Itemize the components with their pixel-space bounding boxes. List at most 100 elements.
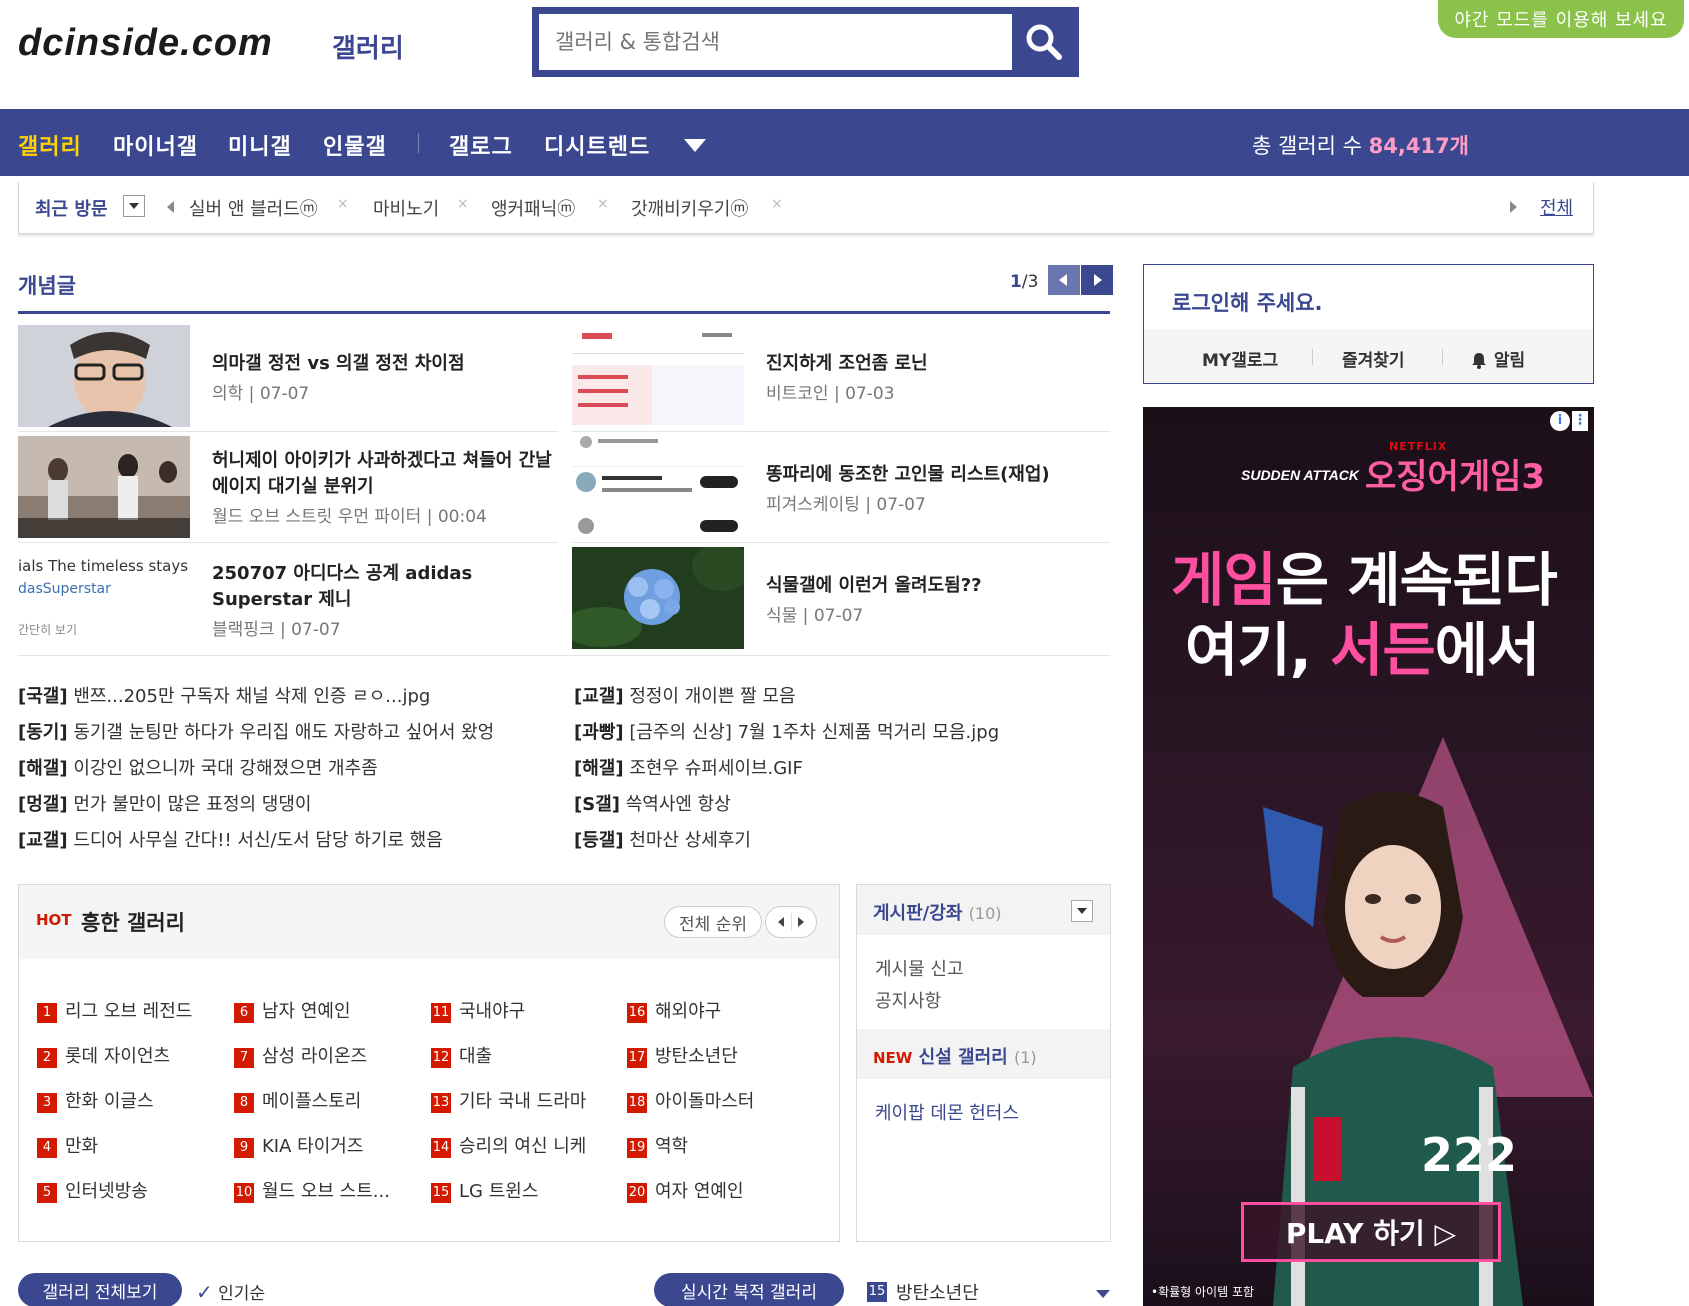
card-gallery[interactable]: 의학 bbox=[212, 384, 243, 404]
hot-rank-item[interactable]: 9 KIA 타이거즈 bbox=[234, 1132, 363, 1158]
recent-remove-close-icon[interactable]: × bbox=[597, 196, 609, 212]
card-title[interactable]: 식물갤에 이런거 올려도됨?? bbox=[766, 573, 1106, 599]
concept-list-item[interactable]: [등갤] 천마산 상세후기 bbox=[574, 826, 751, 852]
concept-card[interactable]: 허니제이 아이키가 사과하겠다고 쳐들어 간날 에이지 대기실 분위기 월드 오… bbox=[18, 436, 558, 546]
card-thumbnail[interactable] bbox=[572, 436, 744, 538]
site-logo-sub[interactable]: 갤러리 bbox=[332, 28, 404, 65]
search-input[interactable] bbox=[539, 14, 1012, 70]
recent-item[interactable]: 앵커패닉ⓜ bbox=[491, 195, 575, 221]
nav-gallery[interactable]: 갤러리 bbox=[18, 129, 82, 161]
concept-list-item[interactable]: [교갤] 정정이 개이쁜 짤 모음 bbox=[574, 682, 796, 708]
concept-list-item[interactable]: [교갤] 드디어 사무실 간다!! 서신/도서 담당 하기로 했음 bbox=[18, 826, 443, 852]
concept-list-item[interactable]: [S갤] 쓱역사엔 항상 bbox=[574, 790, 731, 816]
concept-card[interactable]: 식물갤에 이런거 올려도됨?? 식물 | 07-07 bbox=[572, 547, 1112, 657]
hot-rank-item[interactable]: 16 해외야구 bbox=[627, 997, 721, 1023]
realtime-chevron-down-icon[interactable] bbox=[1096, 1290, 1110, 1298]
card-gallery[interactable]: 피겨스케이팅 bbox=[766, 495, 860, 515]
concept-card[interactable]: 똥파리에 동조한 고인물 리스트(재업) 피겨스케이팅 | 07-07 bbox=[572, 436, 1112, 546]
card-gallery[interactable]: 식물 bbox=[766, 606, 797, 626]
hot-rank-item[interactable]: 7 삼성 라이온즈 bbox=[234, 1042, 367, 1068]
concept-list-item[interactable]: [멍갤] 먼가 불만이 많은 표정의 댕댕이 bbox=[18, 790, 311, 816]
new-gallery-title[interactable]: NEW 신설 갤러리 (1) bbox=[873, 1043, 1037, 1069]
concept-next-button[interactable] bbox=[1081, 265, 1113, 295]
concept-card[interactable]: 진지하게 조언좀 로닌 비트코인 | 07-03 bbox=[572, 325, 1112, 435]
hot-rank-item[interactable]: 17 방탄소년단 bbox=[627, 1042, 738, 1068]
hot-rank-item[interactable]: 3 한화 이글스 bbox=[37, 1087, 154, 1113]
realtime-gallery-button[interactable]: 실시간 북적 갤러리 bbox=[654, 1273, 844, 1306]
card-title[interactable]: 250707 아디다스 공계 adidas Superstar 제니 bbox=[212, 561, 552, 613]
card-thumbnail[interactable] bbox=[18, 436, 190, 538]
recent-remove-close-icon[interactable]: × bbox=[771, 196, 783, 212]
board-title[interactable]: 게시판/강좌 (10) bbox=[873, 899, 1002, 925]
recent-remove-close-icon[interactable]: × bbox=[337, 196, 349, 212]
card-gallery[interactable]: 비트코인 bbox=[766, 384, 829, 404]
card-title[interactable]: 의마갤 정전 vs 의갤 정전 차이점 bbox=[212, 351, 552, 377]
concept-list-item[interactable]: [해갤] 이강인 없으니까 국대 강해졌으면 개추좀 bbox=[18, 754, 378, 780]
card-thumbnail[interactable]: ials The timeless stays dasSuperstar 간단히… bbox=[18, 547, 190, 649]
concept-card[interactable]: ials The timeless stays dasSuperstar 간단히… bbox=[18, 547, 558, 657]
recent-next-arrow-icon[interactable] bbox=[1510, 201, 1517, 213]
notification-link[interactable]: 알림 bbox=[1470, 346, 1525, 371]
concept-list-item[interactable]: [과빵] [금주의 신상] 7월 1주차 신제품 먹거리 모음.jpg bbox=[574, 718, 999, 744]
board-link[interactable]: 게시물 신고 bbox=[875, 955, 964, 981]
recent-item[interactable]: 마비노기 bbox=[373, 195, 439, 221]
nav-more-chevron-down-icon[interactable] bbox=[684, 139, 706, 152]
concept-card[interactable]: 의마갤 정전 vs 의갤 정전 차이점 의학 | 07-07 bbox=[18, 325, 558, 435]
hot-rank-item[interactable]: 8 메이플스토리 bbox=[234, 1087, 361, 1113]
recent-prev-arrow-icon[interactable] bbox=[167, 201, 174, 213]
nav-dctrend[interactable]: 디시트렌드 bbox=[544, 129, 650, 161]
realtime-gallery-name[interactable]: 방탄소년단 bbox=[896, 1279, 979, 1305]
search-button[interactable] bbox=[1012, 10, 1076, 74]
hot-rank-item[interactable]: 10 월드 오브 스트... bbox=[234, 1177, 390, 1203]
login-prompt[interactable]: 로그인해 주세요. bbox=[1172, 287, 1323, 317]
concept-list-item[interactable]: [국갤] 밴쯔...205만 구독자 채널 삭제 인증 ㄹㅇ...jpg bbox=[18, 682, 430, 708]
nav-gallog[interactable]: 갤로그 bbox=[449, 129, 513, 161]
chevron-left-icon[interactable] bbox=[778, 917, 784, 927]
night-mode-button[interactable]: 야간 모드를 이용해 보세요 bbox=[1438, 0, 1684, 38]
all-gallery-button[interactable]: 갤러리 전체보기 bbox=[18, 1273, 182, 1306]
hot-rank-item[interactable]: 5 인터넷방송 bbox=[37, 1177, 148, 1203]
hot-rank-item[interactable]: 2 롯데 자이언츠 bbox=[37, 1042, 170, 1068]
hot-rank-item[interactable]: 13 기타 국내 드라마 bbox=[431, 1087, 586, 1113]
card-thumbnail[interactable] bbox=[572, 325, 744, 427]
hot-rank-item[interactable]: 18 아이돌마스터 bbox=[627, 1087, 754, 1113]
hot-rank-item[interactable]: 11 국내야구 bbox=[431, 997, 525, 1023]
hot-rank-item[interactable]: 4 만화 bbox=[37, 1132, 98, 1158]
nav-person-gallery[interactable]: 인물갤 bbox=[323, 129, 387, 161]
hot-rank-item[interactable]: 20 여자 연예인 bbox=[627, 1177, 744, 1203]
card-gallery[interactable]: 월드 오브 스트릿 우먼 파이터 bbox=[212, 507, 421, 527]
favorites-link[interactable]: 즐겨찾기 bbox=[1342, 346, 1405, 371]
card-title[interactable]: 진지하게 조언좀 로닌 bbox=[766, 351, 1106, 377]
card-thumbnail[interactable] bbox=[572, 547, 744, 649]
all-rank-button[interactable]: 전체 순위 bbox=[664, 906, 762, 938]
nav-mini-gallery[interactable]: 미니갤 bbox=[228, 129, 292, 161]
my-gallog-link[interactable]: MY갤로그 bbox=[1202, 346, 1278, 371]
concept-list-item[interactable]: [동기] 동기갤 눈팅만 하다가 우리집 애도 자랑하고 싶어서 왔엉 bbox=[18, 718, 494, 744]
ad-menu-icon[interactable]: ⋮ bbox=[1572, 411, 1588, 431]
nav-minor-gallery[interactable]: 마이너갤 bbox=[113, 129, 198, 161]
popular-sort-toggle[interactable]: ✓ 인기순 bbox=[196, 1279, 265, 1304]
card-title[interactable]: 똥파리에 동조한 고인물 리스트(재업) bbox=[766, 462, 1106, 488]
hot-rank-item[interactable]: 1 리그 오브 레전드 bbox=[37, 997, 192, 1023]
recent-all-link[interactable]: 전체 bbox=[1540, 194, 1573, 220]
hot-rank-item[interactable]: 12 대출 bbox=[431, 1042, 492, 1068]
recent-item[interactable]: 실버 앤 블러드ⓜ bbox=[189, 195, 318, 221]
hot-rank-item[interactable]: 14 승리의 여신 니케 bbox=[431, 1132, 586, 1158]
hot-rank-item[interactable]: 15 LG 트윈스 bbox=[431, 1177, 538, 1203]
ad-play-button[interactable]: PLAY 하기 ▷ bbox=[1241, 1202, 1501, 1262]
card-gallery[interactable]: 블랙핑크 bbox=[212, 620, 275, 640]
recent-remove-close-icon[interactable]: × bbox=[457, 196, 469, 212]
concept-prev-button[interactable] bbox=[1048, 265, 1080, 295]
hot-rank-item[interactable]: 19 역학 bbox=[627, 1132, 688, 1158]
advertisement-banner[interactable]: i ⋮ SUDDEN ATTACK NETFLIX 오징어게임3 게임은 계속된… bbox=[1143, 407, 1594, 1306]
board-dropdown-chevron-down-icon[interactable] bbox=[1071, 900, 1093, 922]
ad-info-icon[interactable]: i bbox=[1550, 411, 1570, 431]
recent-dropdown-chevron-down-icon[interactable] bbox=[123, 195, 145, 217]
hot-rank-item[interactable]: 6 남자 연예인 bbox=[234, 997, 351, 1023]
card-thumbnail[interactable] bbox=[18, 325, 190, 427]
new-gallery-link[interactable]: 케이팝 데몬 헌터스 bbox=[875, 1099, 1019, 1125]
chevron-right-icon[interactable] bbox=[798, 917, 804, 927]
concept-list-item[interactable]: [해갤] 조현우 슈퍼세이브.GIF bbox=[574, 754, 803, 780]
card-title[interactable]: 허니제이 아이키가 사과하겠다고 쳐들어 간날 에이지 대기실 분위기 bbox=[212, 448, 552, 500]
recent-item[interactable]: 갓깨비키우기ⓜ bbox=[631, 195, 748, 221]
